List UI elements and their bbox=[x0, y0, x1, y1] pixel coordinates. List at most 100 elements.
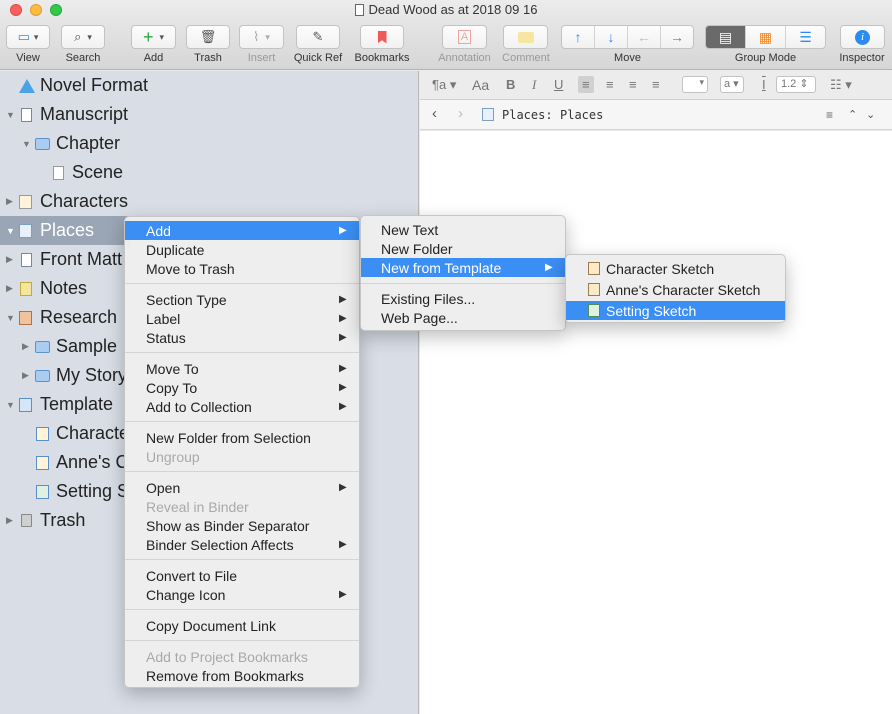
arrow-down-icon: ↓ bbox=[607, 29, 615, 45]
comment-button[interactable] bbox=[503, 25, 548, 49]
insert-button[interactable]: ⌇ ▾ bbox=[239, 25, 284, 49]
disclosure-closed-icon[interactable]: ▶ bbox=[22, 341, 29, 352]
binder-item-label: Setting S bbox=[56, 481, 130, 501]
quick-ref-button[interactable]: ✎ bbox=[296, 25, 340, 49]
menu-item-show-as-binder-separator[interactable]: Show as Binder Separator bbox=[125, 516, 359, 535]
align-left-button[interactable]: ≡ bbox=[578, 76, 594, 93]
search-button[interactable]: ⌕ ▾ bbox=[61, 25, 105, 49]
menu-item-copy-document-link[interactable]: Copy Document Link bbox=[125, 616, 359, 635]
list-button[interactable]: ☷ ▾ bbox=[830, 77, 852, 93]
bold-button[interactable]: B bbox=[506, 77, 515, 92]
disclosure-open-icon[interactable]: ▼ bbox=[22, 139, 31, 149]
forward-button[interactable]: › bbox=[458, 105, 463, 122]
disclosure-open-icon[interactable]: ▼ bbox=[6, 226, 15, 236]
menu-item-remove-from-bookmarks[interactable]: Remove from Bookmarks bbox=[125, 666, 359, 685]
menu-item-label-submenu[interactable]: Label ▶ bbox=[125, 309, 359, 328]
outliner-mode-button[interactable]: ☰ bbox=[786, 26, 825, 48]
justify-button[interactable]: ≡ bbox=[652, 77, 660, 92]
trash-button[interactable]: 🗑 bbox=[186, 25, 230, 49]
menu-item-convert-to-file[interactable]: Convert to File bbox=[125, 566, 359, 585]
menu-item-annes-character-sketch[interactable]: Anne's Character Sketch bbox=[566, 280, 785, 299]
font-button[interactable]: Aa bbox=[472, 77, 489, 93]
chevron-down-icon[interactable]: ⌄ bbox=[866, 108, 875, 121]
disclosure-closed-icon[interactable]: ▶ bbox=[6, 196, 13, 207]
menu-item-setting-sketch[interactable]: Setting Sketch bbox=[566, 301, 785, 320]
menu-item-add-to-collection[interactable]: Add to Collection ▶ bbox=[125, 397, 359, 416]
disclosure-closed-icon[interactable]: ▶ bbox=[6, 515, 13, 526]
bookmarks-label: Bookmarks bbox=[354, 52, 410, 64]
menu-item-duplicate[interactable]: Duplicate bbox=[125, 240, 359, 259]
add-button[interactable]: + ▾ bbox=[131, 25, 176, 49]
underline-button[interactable]: U bbox=[554, 77, 563, 92]
menu-item-move-to[interactable]: Move To ▶ bbox=[125, 359, 359, 378]
menu-item-label: New from Template bbox=[381, 259, 502, 276]
menu-item-new-folder-from-selection[interactable]: New Folder from Selection bbox=[125, 428, 359, 447]
menu-item-web-page[interactable]: Web Page... bbox=[361, 308, 565, 327]
disclosure-closed-icon[interactable]: ▶ bbox=[22, 370, 29, 381]
corkboard-mode-button[interactable]: ▦ bbox=[746, 26, 786, 48]
binder-item-characters[interactable]: ▶ Characters bbox=[0, 187, 419, 216]
bookmark-icon bbox=[377, 30, 387, 44]
window-title-text: Dead Wood as at 2018 09 16 bbox=[368, 2, 538, 17]
disclosure-open-icon[interactable]: ▼ bbox=[6, 110, 15, 120]
disclosure-closed-icon[interactable]: ▶ bbox=[6, 283, 13, 294]
move-down-button[interactable]: ↓ bbox=[595, 26, 628, 48]
line-spacing-select[interactable]: 1.2 ⇕ bbox=[776, 76, 816, 93]
scrivenings-mode-button[interactable]: ▤ bbox=[706, 26, 746, 48]
menu-item-change-icon[interactable]: Change Icon ▶ bbox=[125, 585, 359, 604]
folder-icon bbox=[35, 369, 50, 382]
arrow-up-icon: ↑ bbox=[574, 29, 582, 45]
menu-item-character-sketch[interactable]: Character Sketch bbox=[566, 259, 785, 278]
comment-icon bbox=[517, 31, 534, 43]
places-icon bbox=[19, 223, 32, 238]
menu-item-copy-to[interactable]: Copy To ▶ bbox=[125, 378, 359, 397]
binder-item-scene[interactable]: Scene bbox=[0, 158, 419, 187]
disclosure-open-icon[interactable]: ▼ bbox=[6, 313, 15, 323]
move-segmented-control: ↑ ↓ ← → bbox=[561, 25, 694, 49]
move-left-button[interactable]: ← bbox=[628, 26, 661, 48]
move-up-button[interactable]: ↑ bbox=[562, 26, 595, 48]
inspector-button[interactable]: i bbox=[840, 25, 885, 49]
character-template-icon bbox=[36, 455, 49, 470]
binder-item-manuscript[interactable]: ▼ Manuscript bbox=[0, 100, 419, 129]
menu-item-section-type[interactable]: Section Type ▶ bbox=[125, 290, 359, 309]
italic-button[interactable]: I bbox=[532, 77, 536, 93]
menu-item-existing-files[interactable]: Existing Files... bbox=[361, 289, 565, 308]
character-template-icon bbox=[36, 426, 49, 441]
menu-item-label: Add to Project Bookmarks bbox=[146, 648, 308, 665]
menu-item-new-folder[interactable]: New Folder bbox=[361, 239, 565, 258]
view-button[interactable]: ▭ ▾ bbox=[6, 25, 50, 49]
editor-document-title[interactable]: Places bbox=[560, 108, 603, 122]
align-center-button[interactable]: ≡ bbox=[606, 77, 614, 92]
annotation-button[interactable]: A bbox=[442, 25, 487, 49]
font-size-select[interactable]: ▾ bbox=[682, 76, 708, 93]
menu-item-label: Change Icon bbox=[146, 586, 226, 603]
editor-menu-icon[interactable]: ≡ bbox=[826, 108, 833, 122]
menu-item-binder-selection-affects[interactable]: Binder Selection Affects ▶ bbox=[125, 535, 359, 554]
info-icon: i bbox=[855, 29, 870, 45]
chevron-up-icon[interactable]: ⌃ bbox=[848, 108, 857, 121]
menu-item-move-to-trash[interactable]: Move to Trash bbox=[125, 259, 359, 278]
bookmarks-button[interactable] bbox=[360, 25, 404, 49]
menu-item-label: Character Sketch bbox=[606, 260, 715, 277]
submenu-arrow-icon: ▶ bbox=[339, 482, 347, 493]
menu-item-add[interactable]: Add ▶ bbox=[125, 221, 359, 240]
move-right-button[interactable]: → bbox=[661, 26, 693, 48]
menu-item-new-from-template[interactable]: New from Template ▶ bbox=[361, 258, 565, 277]
quick-ref-label: Quick Ref bbox=[293, 52, 343, 64]
menu-item-status[interactable]: Status ▶ bbox=[125, 328, 359, 347]
back-button[interactable]: ‹ bbox=[432, 105, 437, 122]
binder-item-novel-format[interactable]: Novel Format bbox=[0, 71, 419, 100]
disclosure-open-icon[interactable]: ▼ bbox=[6, 400, 15, 410]
binder-item-places[interactable]: ▼ Places bbox=[0, 216, 130, 245]
align-right-button[interactable]: ≡ bbox=[629, 77, 637, 92]
paragraph-style-button[interactable]: ¶a ▾ bbox=[432, 77, 456, 93]
disclosure-closed-icon[interactable]: ▶ bbox=[6, 254, 13, 265]
binder-item-chapter[interactable]: ▼ Chapter bbox=[0, 129, 419, 158]
menu-item-open[interactable]: Open ▶ bbox=[125, 478, 359, 497]
folder-icon bbox=[35, 137, 50, 150]
menu-item-label: New Folder from Selection bbox=[146, 429, 311, 446]
menu-item-label: Ungroup bbox=[146, 448, 200, 465]
menu-item-new-text[interactable]: New Text bbox=[361, 220, 565, 239]
character-style-select[interactable]: a ▾ bbox=[720, 76, 744, 93]
